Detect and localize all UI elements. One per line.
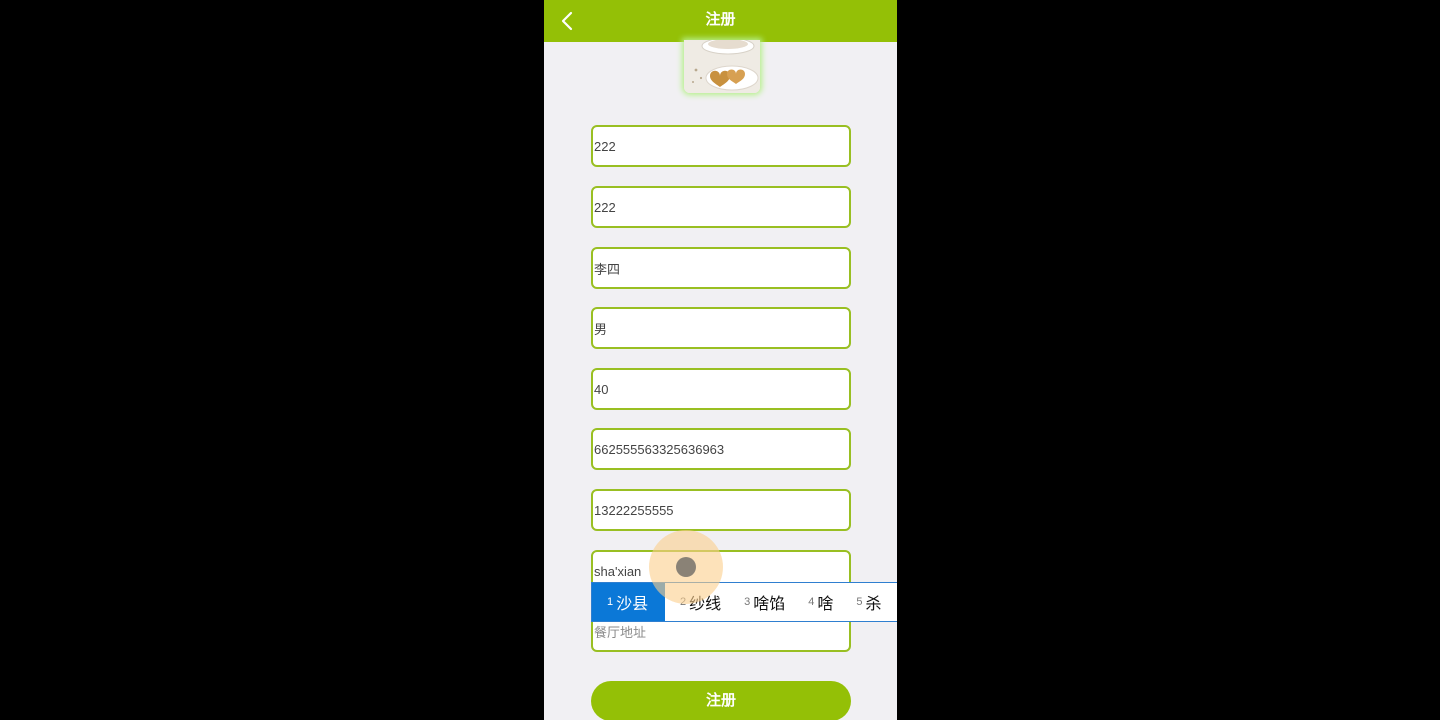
avatar-photo: [684, 40, 760, 93]
ime-candidate-text: 纱线: [689, 596, 722, 613]
ime-candidate-number: 2: [680, 596, 687, 608]
form-field-7[interactable]: [591, 489, 851, 531]
field-5-input[interactable]: [593, 370, 849, 408]
restaurant-address-input[interactable]: [593, 621, 849, 643]
ime-candidate-2[interactable]: 2 纱线: [665, 583, 729, 621]
chevron-left-icon: [561, 11, 573, 31]
field-6-input[interactable]: [593, 430, 849, 468]
field-4-input[interactable]: [593, 309, 849, 347]
ime-candidate-1[interactable]: 1 沙县: [592, 583, 665, 621]
form-field-5[interactable]: [591, 368, 851, 410]
ime-candidate-text: 沙县: [616, 596, 649, 613]
ime-candidate-number: 4: [808, 596, 815, 608]
page-title: 注册: [705, 11, 736, 28]
ime-candidate-3[interactable]: 3 啥馅: [729, 583, 793, 621]
avatar[interactable]: [684, 40, 760, 93]
form-field-6[interactable]: [591, 428, 851, 470]
register-button[interactable]: 注册: [591, 681, 851, 720]
ime-candidate-4[interactable]: 4 啥: [793, 583, 841, 621]
ime-candidate-5[interactable]: 5 杀: [841, 583, 889, 621]
ime-candidate-number: 5: [856, 596, 863, 608]
form-field-1[interactable]: [591, 125, 851, 167]
form-field-3[interactable]: [591, 247, 851, 289]
ime-candidate-number: 3: [744, 596, 751, 608]
header-bar: 注册: [544, 0, 897, 42]
ime-candidate-bar: 1 沙县 2 纱线 3 啥馅 4 啥 5 杀: [591, 582, 897, 622]
back-button[interactable]: [552, 6, 582, 36]
field-7-input[interactable]: [593, 491, 849, 529]
ime-candidate-text: 啥: [817, 596, 834, 613]
form-field-2[interactable]: [591, 186, 851, 228]
ime-candidate-text: 杀: [865, 596, 882, 613]
ime-candidate-number: 1: [607, 596, 614, 608]
ime-candidate-text: 啥馅: [753, 596, 786, 613]
field-1-input[interactable]: [593, 127, 849, 165]
phone-screen: 注册 222 222 李四 男 40 662555563325636963 13…: [544, 0, 897, 720]
field-3-input[interactable]: [593, 249, 849, 287]
form-field-4[interactable]: [591, 307, 851, 349]
field-2-input[interactable]: [593, 188, 849, 226]
